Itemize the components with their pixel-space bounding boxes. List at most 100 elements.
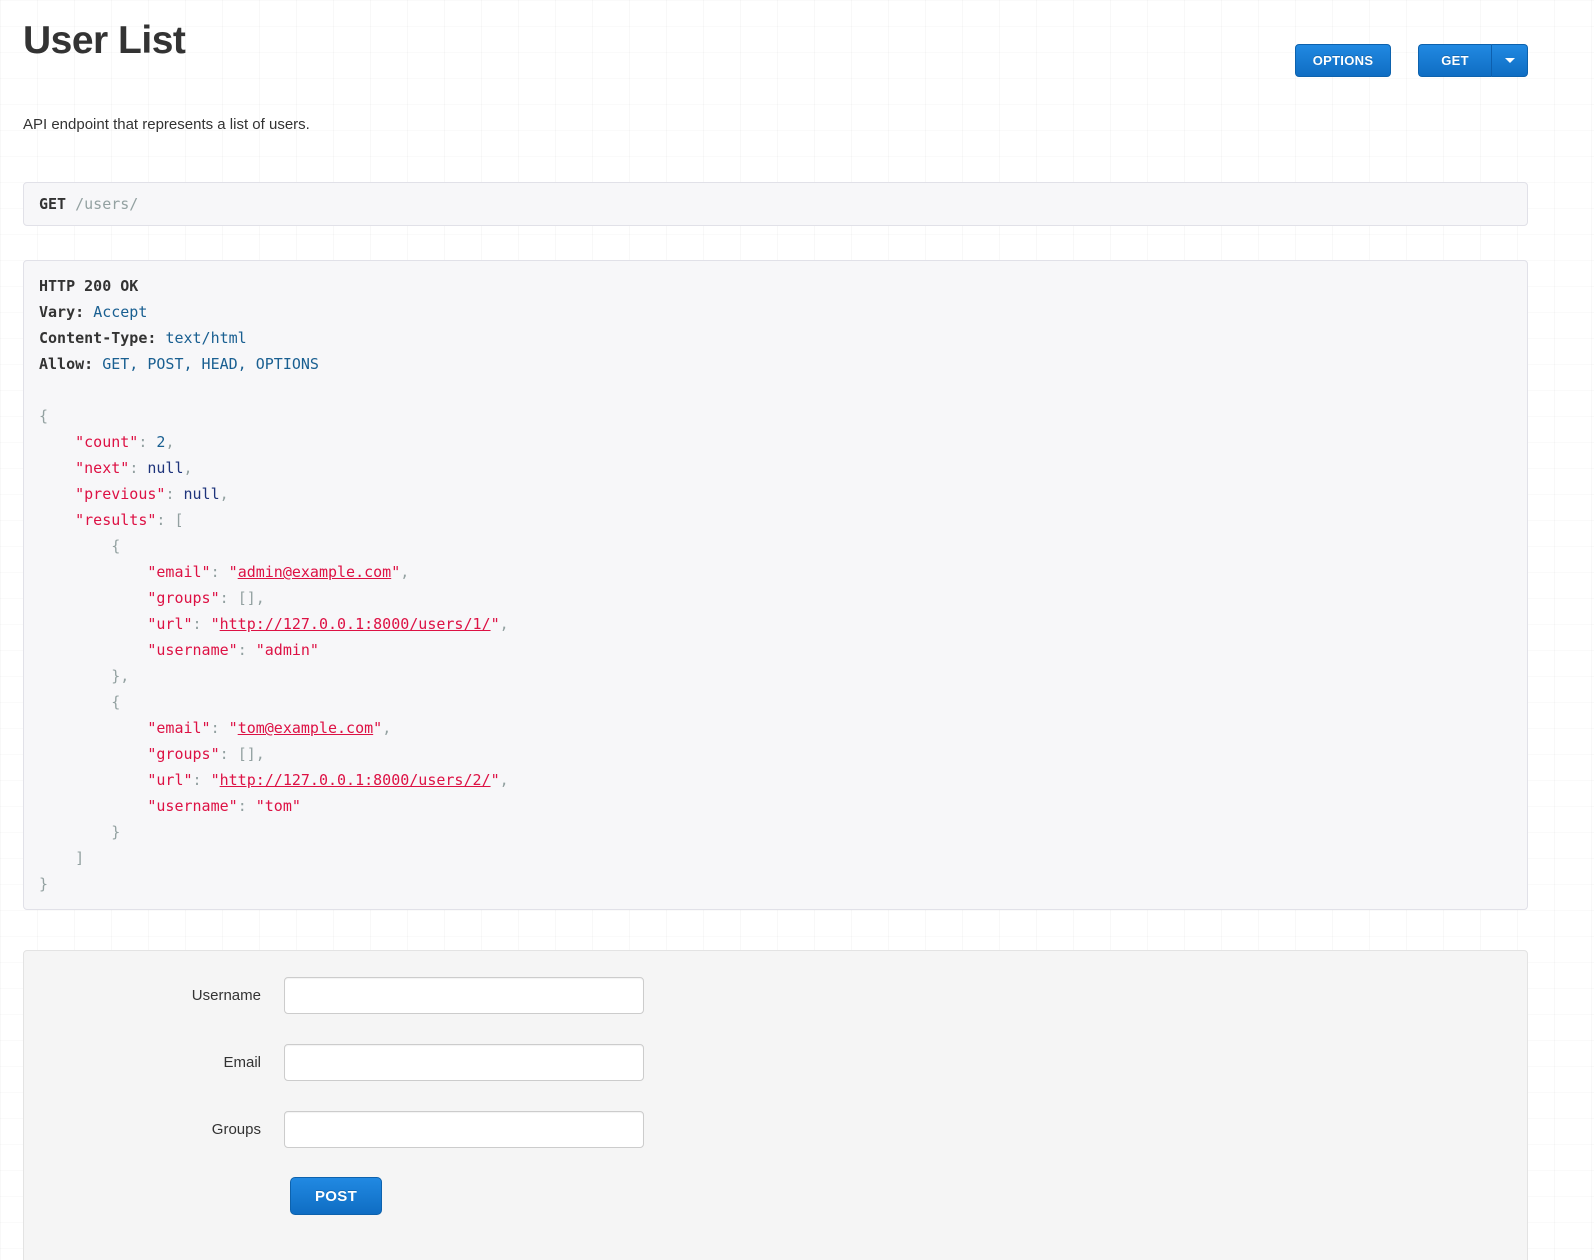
json-value-link[interactable]: admin@example.com <box>238 563 392 581</box>
code-line: } <box>39 871 1512 897</box>
code-token: : <box>138 433 156 451</box>
code-line: "next": null, <box>39 455 1512 481</box>
code-line: { <box>39 403 1512 429</box>
code-line <box>39 377 1512 403</box>
code-token: "groups" <box>147 589 219 607</box>
code-token: : <box>211 563 229 581</box>
code-token: null <box>147 459 183 477</box>
code-token: "count" <box>75 433 138 451</box>
code-token <box>93 355 102 373</box>
code-token: [] <box>238 745 256 763</box>
code-token <box>66 195 75 213</box>
page-header: User List OPTIONS GET <box>23 20 1528 62</box>
email-field[interactable] <box>284 1044 644 1081</box>
code-token: { <box>111 537 120 555</box>
code-token: : <box>220 745 238 763</box>
code-token <box>39 433 75 451</box>
chevron-down-icon <box>1505 58 1515 63</box>
code-token: "username" <box>147 641 237 659</box>
code-token: " <box>211 771 220 789</box>
json-value-link[interactable]: http://127.0.0.1:8000/users/2/ <box>220 771 491 789</box>
code-token: , <box>500 615 509 633</box>
code-line: HTTP 200 OK <box>39 273 1512 299</box>
code-token: : <box>193 771 211 789</box>
code-token: , <box>165 433 174 451</box>
code-token: Content-Type: <box>39 329 156 347</box>
code-token: /users/ <box>75 195 138 213</box>
code-token: , <box>256 589 265 607</box>
code-line: Content-Type: text/html <box>39 325 1512 351</box>
code-token: , <box>120 667 129 685</box>
code-token: [] <box>238 589 256 607</box>
code-line: } <box>39 819 1512 845</box>
get-format-dropdown-button[interactable] <box>1491 44 1528 77</box>
code-token: , <box>400 563 409 581</box>
post-form-panel: UsernameEmailGroups POST <box>23 950 1528 1260</box>
code-line: "url": "http://127.0.0.1:8000/users/1/", <box>39 611 1512 637</box>
code-token: ] <box>75 849 84 867</box>
code-token: "email" <box>147 719 210 737</box>
code-line: "url": "http://127.0.0.1:8000/users/2/", <box>39 767 1512 793</box>
code-token: : <box>238 797 256 815</box>
code-line: ] <box>39 845 1512 871</box>
code-token: : <box>220 589 238 607</box>
code-token: Vary: <box>39 303 84 321</box>
endpoint-description: API endpoint that represents a list of u… <box>23 116 1528 134</box>
code-line: "groups": [], <box>39 585 1512 611</box>
code-token: "admin" <box>256 641 319 659</box>
code-token <box>39 771 147 789</box>
code-line: GET /users/ <box>39 191 1512 217</box>
groups-label: Groups <box>24 1121 261 1138</box>
code-line: "email": "admin@example.com", <box>39 559 1512 585</box>
toolbar: OPTIONS GET <box>1295 44 1528 77</box>
code-line: "email": "tom@example.com", <box>39 715 1512 741</box>
get-button[interactable]: GET <box>1418 44 1491 77</box>
code-token: GET <box>39 195 66 213</box>
post-button[interactable]: POST <box>290 1177 382 1215</box>
code-token: : <box>238 641 256 659</box>
code-token: , <box>500 771 509 789</box>
code-token: "previous" <box>75 485 165 503</box>
code-line: }, <box>39 663 1512 689</box>
form-row-groups: Groups <box>24 1111 1527 1148</box>
code-token: { <box>39 407 48 425</box>
page-container: User List OPTIONS GET API endpoint that … <box>23 20 1528 1260</box>
code-token: , <box>382 719 391 737</box>
json-value-link[interactable]: http://127.0.0.1:8000/users/1/ <box>220 615 491 633</box>
code-token: HTTP 200 OK <box>39 277 138 295</box>
code-token: null <box>184 485 220 503</box>
code-token <box>39 823 111 841</box>
form-row-email: Email <box>24 1044 1527 1081</box>
code-token: Accept <box>93 303 147 321</box>
code-token <box>39 849 75 867</box>
post-form: UsernameEmailGroups <box>24 977 1527 1148</box>
code-line: "count": 2, <box>39 429 1512 455</box>
code-token: , <box>220 485 229 503</box>
username-field[interactable] <box>284 977 644 1014</box>
code-token: } <box>111 823 120 841</box>
code-line: "results": [ <box>39 507 1512 533</box>
options-button[interactable]: OPTIONS <box>1295 44 1391 77</box>
code-token: : <box>156 511 174 529</box>
code-token <box>39 589 147 607</box>
code-token: : <box>193 615 211 633</box>
code-token <box>39 745 147 763</box>
code-token: "url" <box>147 615 192 633</box>
response-info-panel: HTTP 200 OK Vary: Accept Content-Type: tex… <box>23 260 1528 910</box>
json-value-link[interactable]: tom@example.com <box>238 719 373 737</box>
groups-field[interactable] <box>284 1111 644 1148</box>
code-token: "email" <box>147 563 210 581</box>
code-token: " <box>229 719 238 737</box>
code-line: "groups": [], <box>39 741 1512 767</box>
request-info-bar: GET /users/ <box>23 182 1528 226</box>
code-token <box>39 615 147 633</box>
code-token <box>84 303 93 321</box>
code-token: : <box>129 459 147 477</box>
code-token <box>39 719 147 737</box>
code-line: "username": "admin" <box>39 637 1512 663</box>
code-token <box>39 693 111 711</box>
code-token <box>39 797 147 815</box>
code-line: { <box>39 533 1512 559</box>
code-token <box>39 641 147 659</box>
code-token: " <box>211 615 220 633</box>
